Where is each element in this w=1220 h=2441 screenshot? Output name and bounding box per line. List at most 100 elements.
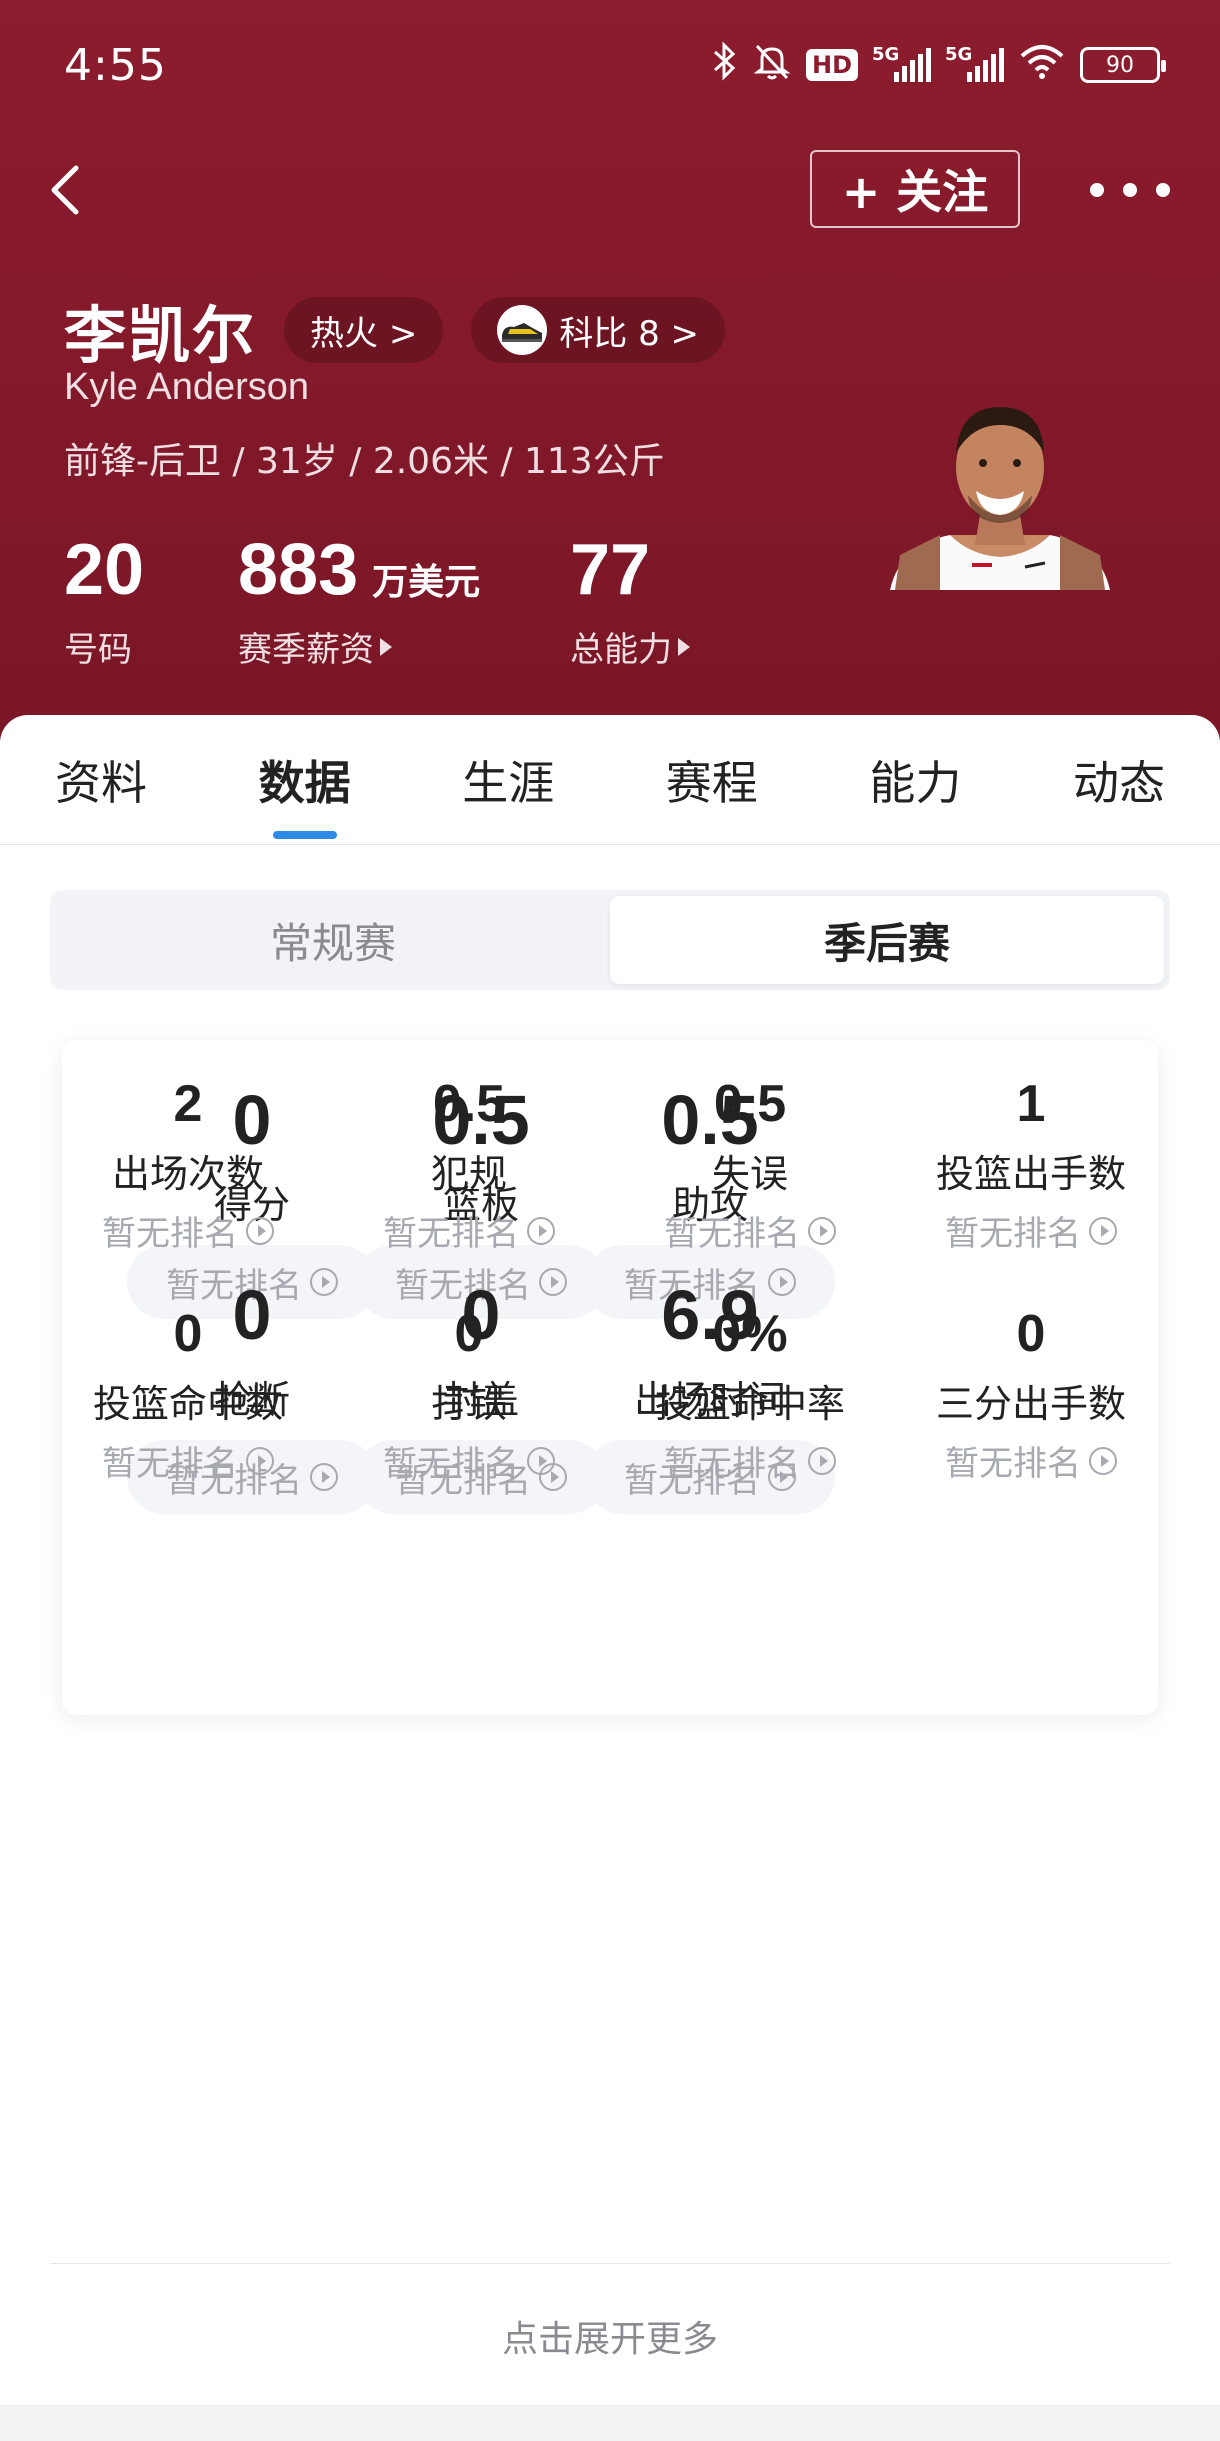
salary-stat[interactable]: 883 万美元 赛季薪资 <box>238 530 480 671</box>
compare-pill-label: 科比 8 > <box>559 313 700 354</box>
tab-schedule[interactable]: 赛程 <box>666 715 758 845</box>
rank-link[interactable]: 暂无排名 <box>383 1436 555 1485</box>
rating-stat[interactable]: 77 总能力 <box>570 530 690 671</box>
more-options-button[interactable] <box>1090 165 1170 215</box>
follow-button[interactable]: + 关注 <box>810 150 1020 228</box>
info-arrow-icon <box>808 1446 836 1475</box>
jersey-number-value: 20 <box>64 530 145 610</box>
sub-stat-label: 投篮出手数 <box>935 1152 1126 1196</box>
sub-stat-label: 三分出手数 <box>935 1382 1126 1426</box>
sub-stat-item: 1 投篮出手数暂无排名 <box>891 1075 1171 1255</box>
dot-icon <box>1123 183 1137 197</box>
sub-stat-value: 0.5 <box>713 1075 787 1133</box>
rank-text: 暂无排名 <box>383 1444 519 1484</box>
jersey-number-label: 号码 <box>64 630 132 670</box>
sub-stat-item: 0% 投篮命中率暂无排名 <box>610 1305 890 1485</box>
back-button[interactable] <box>36 150 96 230</box>
sub-stat-label: 投篮命中数 <box>92 1382 283 1426</box>
signal-icon: 5G <box>872 44 931 82</box>
sneaker-icon <box>497 305 548 355</box>
hd-badge: HD <box>805 49 858 81</box>
rank-link[interactable]: 暂无排名 <box>102 1436 274 1485</box>
expand-more-button[interactable]: 点击展开更多 <box>0 2310 1220 2362</box>
sub-stat-item: 2 出场次数暂无排名 <box>48 1075 328 1255</box>
sub-stat-value: 0% <box>712 1305 788 1363</box>
season-segment-control: 常规赛 季后赛 <box>50 890 1170 990</box>
battery-icon: 90 <box>1080 47 1166 83</box>
sub-stat-item: 0 投篮命中数暂无排名 <box>48 1305 328 1485</box>
rank-text: 暂无排名 <box>383 1214 519 1254</box>
segment-playoffs[interactable]: 季后赛 <box>610 896 1164 984</box>
tab-bar: 资料 数据 生涯 赛程 能力 动态 <box>0 715 1220 845</box>
sub-stat-value: 1 <box>1016 1075 1046 1133</box>
bluetooth-icon <box>712 40 738 90</box>
status-time: 4:55 <box>64 40 167 91</box>
tab-stats[interactable]: 数据 <box>259 715 351 845</box>
info-arrow-icon <box>1089 1446 1117 1475</box>
dot-icon <box>1156 183 1170 197</box>
content-card: 资料 数据 生涯 赛程 能力 动态 常规赛 季后赛 0 得分 暂无排名 0.5 篮板 暂无排名 0.5… <box>0 715 1220 2441</box>
info-arrow-icon <box>1089 1216 1117 1245</box>
bottom-strip <box>0 2405 1220 2441</box>
rank-link[interactable]: 暂无排名 <box>664 1206 836 1255</box>
sub-stat-value: 0 <box>173 1305 203 1363</box>
sub-stat-label: 失误 <box>711 1152 788 1196</box>
name-row: 李凯尔 热火 > 科比 8 > <box>64 285 726 375</box>
rating-value: 77 <box>570 530 651 610</box>
status-icons: HD 5G 5G 90 <box>712 40 1166 90</box>
info-arrow-icon <box>246 1216 274 1245</box>
rank-link[interactable]: 暂无排名 <box>945 1206 1117 1255</box>
rank-link[interactable]: 暂无排名 <box>102 1206 274 1255</box>
rating-label: 总能力 <box>570 630 672 670</box>
status-bar: 4:55 HD 5G 5G 90 <box>0 0 1220 130</box>
salary-unit: 万美元 <box>372 562 481 603</box>
info-arrow-icon <box>527 1446 555 1475</box>
player-header: 4:55 HD 5G 5G 90 + 关注 李凯尔 热火 > 科比 8 > Ky… <box>0 0 1220 740</box>
rank-text: 暂无排名 <box>664 1214 800 1254</box>
sub-stat-item: 0.5 犯规暂无排名 <box>329 1075 609 1255</box>
info-arrow-icon <box>246 1446 274 1475</box>
rank-link[interactable]: 暂无排名 <box>664 1436 836 1485</box>
rank-text: 暂无排名 <box>102 1214 238 1254</box>
sub-stat-label: 打铁 <box>430 1382 507 1426</box>
sub-stat-value: 2 <box>173 1075 203 1133</box>
sub-stat-value: 0 <box>1016 1305 1046 1363</box>
caret-right-icon <box>380 637 392 656</box>
info-arrow-icon <box>808 1216 836 1245</box>
rank-text: 暂无排名 <box>664 1444 800 1484</box>
tab-career[interactable]: 生涯 <box>462 715 554 845</box>
sub-stat-item: 0 三分出手数暂无排名 <box>891 1305 1171 1485</box>
rank-link[interactable]: 暂无排名 <box>945 1436 1117 1485</box>
info-arrow-icon <box>527 1216 555 1245</box>
sub-stat-value: 0.5 <box>432 1075 506 1133</box>
divider <box>50 2263 1170 2264</box>
sub-stat-label: 出场次数 <box>111 1152 264 1196</box>
sub-stat-label: 犯规 <box>430 1152 507 1196</box>
caret-right-icon <box>678 637 690 656</box>
player-name-cn: 李凯尔 <box>64 299 257 372</box>
sub-stat-item: 0 打铁暂无排名 <box>329 1305 609 1485</box>
team-pill-label: 热火 > <box>310 313 418 354</box>
segment-regular-season[interactable]: 常规赛 <box>56 896 610 984</box>
rank-text: 暂无排名 <box>945 1214 1081 1254</box>
chevron-left-icon <box>51 165 79 215</box>
salary-label: 赛季薪资 <box>238 630 374 670</box>
sub-stat-label: 投篮命中率 <box>654 1382 845 1426</box>
rank-link[interactable]: 暂无排名 <box>383 1206 555 1255</box>
mute-bell-icon <box>752 41 792 90</box>
rank-text: 暂无排名 <box>945 1444 1081 1484</box>
dot-icon <box>1090 183 1104 197</box>
rank-text: 暂无排名 <box>102 1444 238 1484</box>
tab-profile[interactable]: 资料 <box>55 715 147 845</box>
sub-stat-item: 0.5 失误暂无排名 <box>610 1075 890 1255</box>
signal-icon: 5G <box>945 44 1004 82</box>
jersey-number: 20 号码 <box>64 530 144 671</box>
team-pill[interactable]: 热火 > <box>284 297 444 363</box>
compare-player-pill[interactable]: 科比 8 > <box>471 297 726 363</box>
player-name-en: Kyle Anderson <box>64 366 310 408</box>
player-bio: 前锋-后卫 / 31岁 / 2.06米 / 113公斤 <box>64 441 665 482</box>
wifi-icon <box>1018 42 1066 89</box>
tab-ability[interactable]: 能力 <box>869 715 961 845</box>
sub-stat-value: 0 <box>454 1305 484 1363</box>
tab-feed[interactable]: 动态 <box>1073 715 1165 845</box>
